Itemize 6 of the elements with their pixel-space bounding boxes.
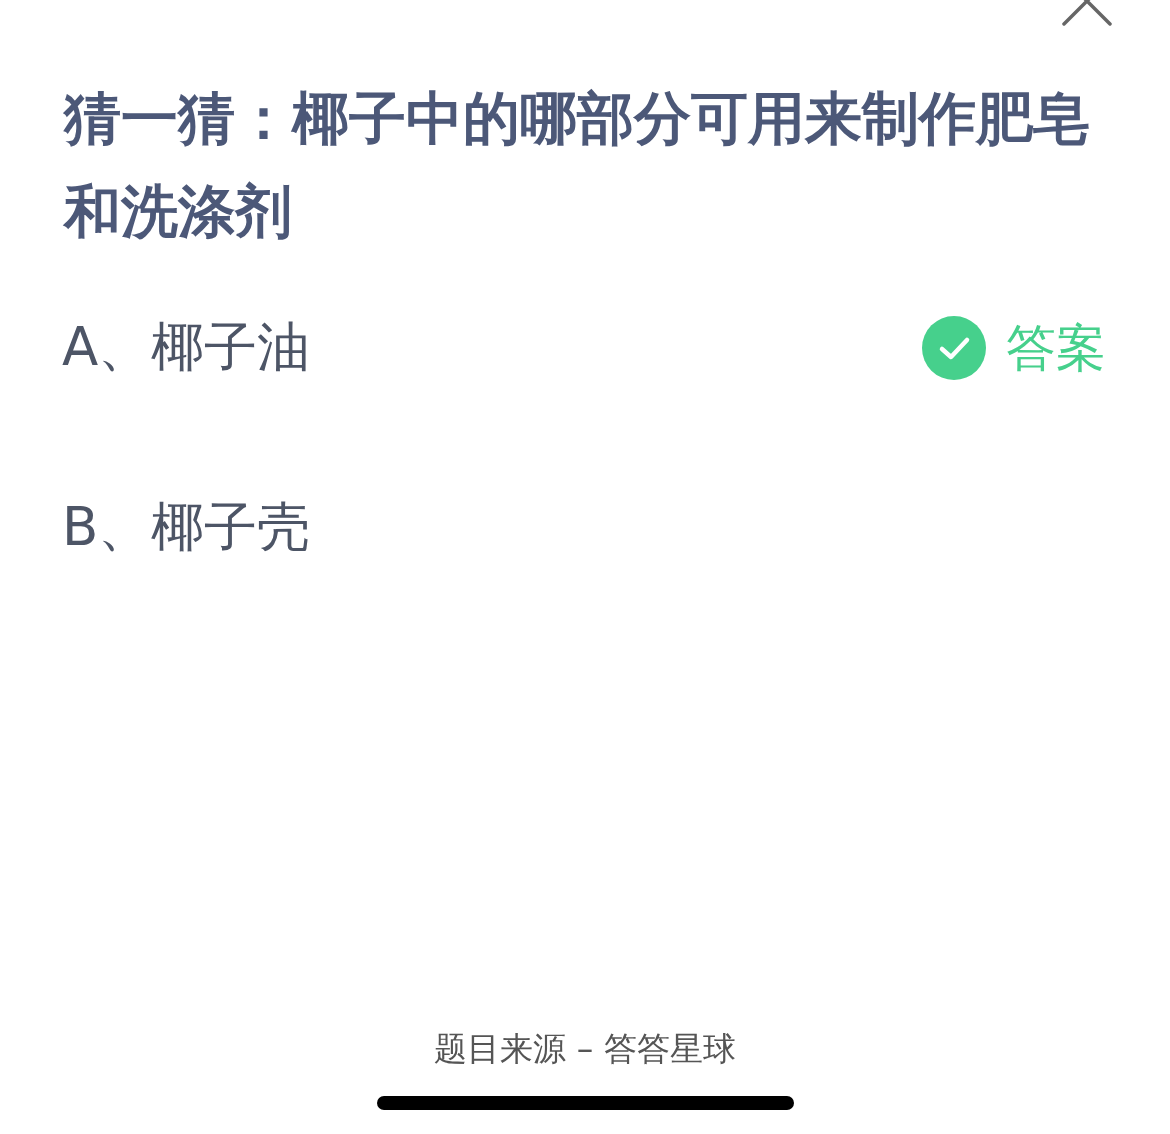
- source-text: 题目来源 – 答答星球: [434, 1028, 736, 1070]
- answer-option[interactable]: B、椰子壳: [62, 492, 311, 564]
- answer-option[interactable]: A、椰子油: [62, 312, 311, 384]
- answer-label: 答案: [1006, 317, 1106, 379]
- close-icon[interactable]: [1062, 0, 1112, 26]
- question-title: 猜一猜：椰子中的哪部分可用来制作肥皂和洗涤剂: [62, 84, 1091, 246]
